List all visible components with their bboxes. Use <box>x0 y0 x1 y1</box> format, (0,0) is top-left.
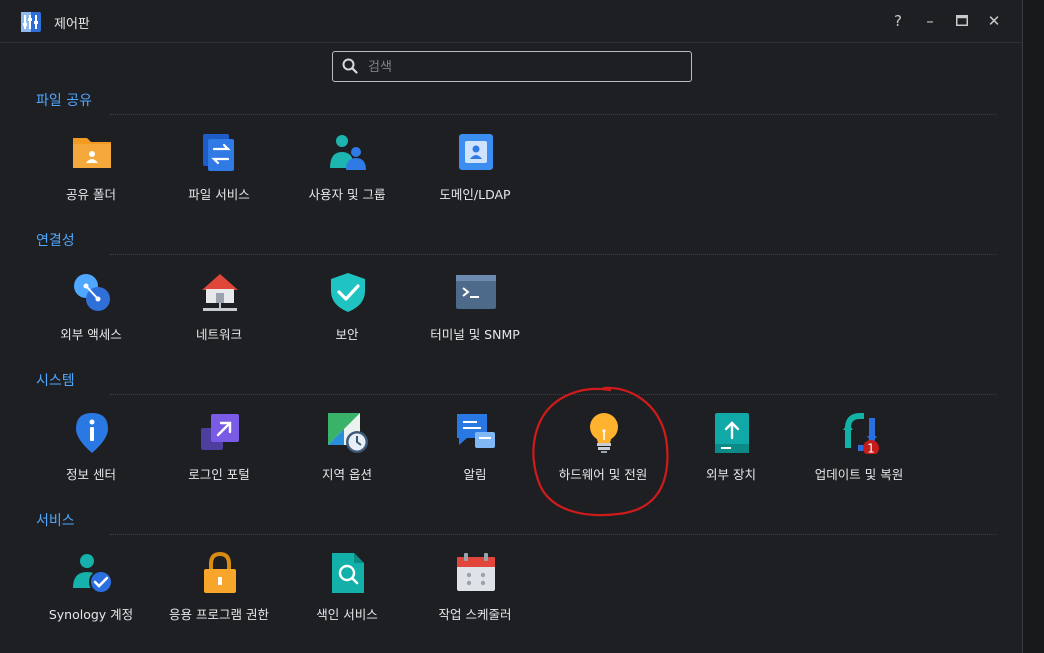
domain-ldap-icon <box>459 134 493 170</box>
lock-icon <box>204 552 236 593</box>
item-label: 응용 프로그램 권한 <box>169 607 269 622</box>
notification-icon <box>457 414 495 448</box>
item-label: 공유 폴더 <box>66 187 116 202</box>
synology-account-icon <box>73 554 113 594</box>
network-icon <box>202 274 238 311</box>
item-domain-ldap[interactable]: 도메인/LDAP <box>411 132 539 212</box>
shared-folder-icon <box>73 138 111 168</box>
item-label: 보안 <box>335 327 359 342</box>
external-access-icon <box>74 274 110 311</box>
indexing-service-icon <box>332 553 364 593</box>
file-services-icon <box>203 134 234 171</box>
item-label: 업데이트 및 복원 <box>814 467 904 482</box>
control-panel-icon <box>21 12 41 32</box>
external-devices-icon <box>715 413 749 453</box>
section-divider <box>110 254 996 255</box>
minimize-button[interactable]: – <box>920 10 940 32</box>
item-users-groups[interactable]: 사용자 및 그룹 <box>283 132 411 212</box>
item-label: 알림 <box>463 467 487 482</box>
section-title-services: 서비스 <box>36 513 75 529</box>
login-portal-icon <box>201 414 239 450</box>
item-label: 지역 옵션 <box>322 467 372 482</box>
calendar-icon <box>457 553 495 591</box>
section-title-connectivity: 연결성 <box>36 233 75 249</box>
shield-icon <box>331 273 365 312</box>
item-label: 네트워크 <box>195 327 242 342</box>
search-icon <box>342 58 358 74</box>
item-regional-options[interactable]: 지역 옵션 <box>283 412 411 492</box>
item-label: 터미널 및 SNMP <box>430 327 520 342</box>
item-network[interactable]: 네트워크 <box>155 272 283 352</box>
item-task-scheduler[interactable]: 작업 스케줄러 <box>411 552 539 632</box>
item-label: 정보 센터 <box>66 467 116 482</box>
section-divider <box>110 534 996 535</box>
item-update-restore[interactable]: 1 업데이트 및 복원 <box>795 412 923 492</box>
control-panel-window: 제어판 ? – ✕ 파일 공유 공유 폴더 파일 서비스 <box>0 0 1023 653</box>
update-badge-count: 1 <box>867 442 875 455</box>
section-divider <box>110 394 996 395</box>
info-center-icon <box>76 413 108 453</box>
item-notification[interactable]: 알림 <box>411 412 539 492</box>
item-label: 파일 서비스 <box>188 187 250 202</box>
item-external-access[interactable]: 외부 액세스 <box>27 272 155 352</box>
item-label: 색인 서비스 <box>316 607 378 622</box>
item-login-portal[interactable]: 로그인 포털 <box>155 412 283 492</box>
item-label: 외부 장치 <box>706 467 756 482</box>
desktop-background-strip <box>1023 0 1044 653</box>
item-indexing-service[interactable]: 색인 서비스 <box>283 552 411 632</box>
window-title: 제어판 <box>54 17 90 32</box>
item-label: 도메인/LDAP <box>439 187 511 202</box>
section-title-system: 시스템 <box>36 373 75 389</box>
item-shared-folder[interactable]: 공유 폴더 <box>27 132 155 212</box>
item-label: 하드웨어 및 전원 <box>558 467 648 482</box>
item-label: 사용자 및 그룹 <box>308 187 386 202</box>
section-title-file-sharing: 파일 공유 <box>36 93 92 109</box>
item-synology-account[interactable]: Synology 계정 <box>27 552 155 632</box>
item-label: 작업 스케줄러 <box>438 607 512 622</box>
help-button[interactable]: ? <box>888 10 908 32</box>
item-label: 외부 액세스 <box>60 327 122 342</box>
regional-options-icon <box>328 413 368 453</box>
item-external-devices[interactable]: 외부 장치 <box>667 412 795 492</box>
search-input[interactable] <box>366 55 688 79</box>
title-bar[interactable]: 제어판 ? – ✕ <box>0 0 1022 43</box>
item-info-center[interactable]: 정보 센터 <box>27 412 155 492</box>
lightbulb-icon <box>590 413 618 453</box>
item-hardware-power[interactable]: 하드웨어 및 전원 <box>539 412 667 492</box>
maximize-button[interactable] <box>952 10 972 32</box>
item-label: 로그인 포털 <box>188 467 250 482</box>
maximize-icon <box>956 15 968 26</box>
update-restore-icon: 1 <box>843 413 879 455</box>
search-box[interactable] <box>332 51 692 82</box>
section-divider <box>110 114 996 115</box>
item-label: Synology 계정 <box>48 607 134 622</box>
terminal-icon <box>456 275 496 309</box>
item-file-services[interactable]: 파일 서비스 <box>155 132 283 212</box>
users-groups-icon <box>330 135 366 170</box>
item-security[interactable]: 보안 <box>283 272 411 352</box>
item-terminal-snmp[interactable]: 터미널 및 SNMP <box>411 272 539 352</box>
close-button[interactable]: ✕ <box>984 10 1004 32</box>
item-app-privileges[interactable]: 응용 프로그램 권한 <box>155 552 283 632</box>
